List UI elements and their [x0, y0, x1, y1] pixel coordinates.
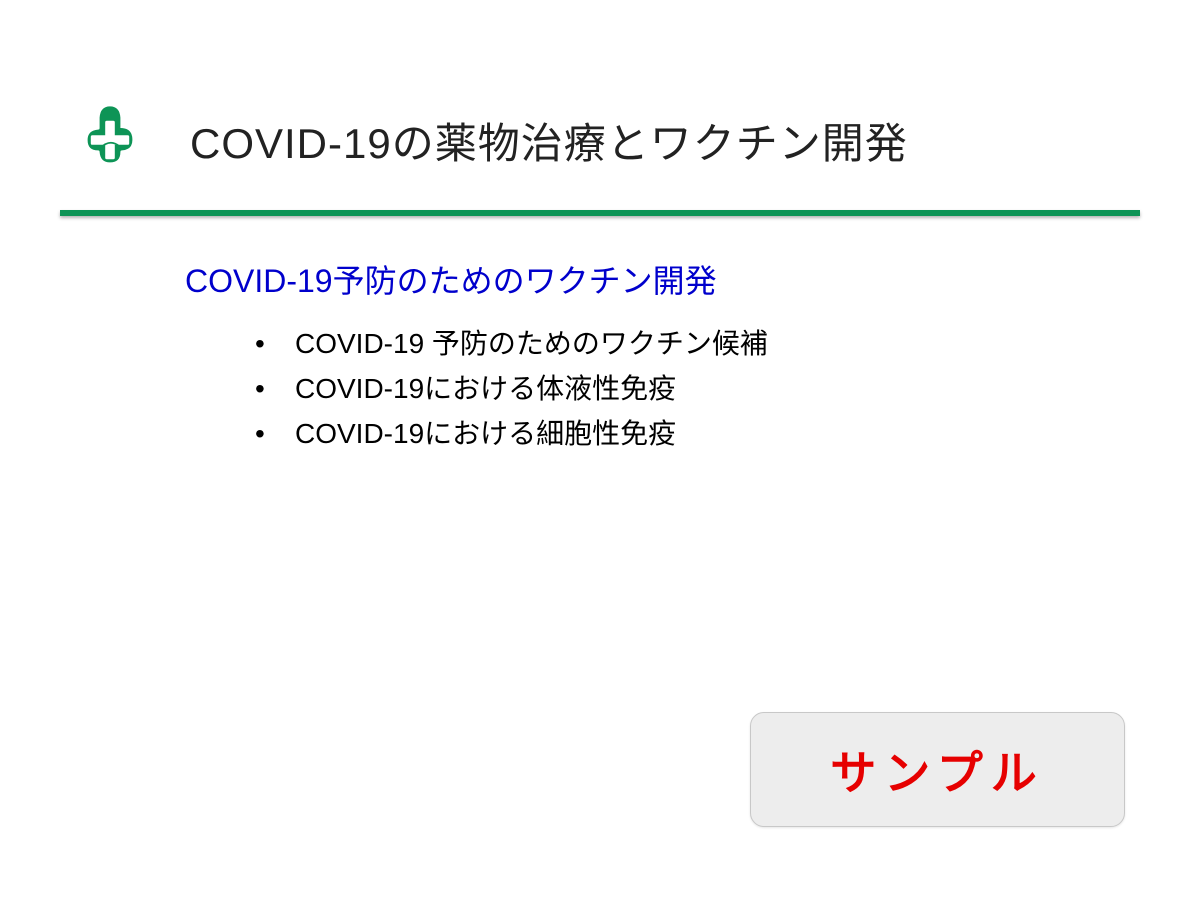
section-heading: COVID-19予防のためのワクチン開発 [185, 256, 1140, 302]
slide-title: COVID-19の薬物治療とワクチン開発 [190, 110, 908, 171]
slide-content: COVID-19予防のためのワクチン開発 COVID-19 予防のためのワクチン… [0, 216, 1200, 456]
list-item: COVID-19における細胞性免疫 [255, 412, 1140, 457]
sample-watermark-badge: サンプル [750, 712, 1125, 827]
slide-header: COVID-19の薬物治療とワクチン開発 [0, 0, 1200, 210]
medical-plus-icon [70, 100, 150, 180]
bullet-list: COVID-19 予防のためのワクチン候補 COVID-19における体液性免疫 … [185, 322, 1140, 456]
list-item: COVID-19における体液性免疫 [255, 367, 1140, 412]
list-item: COVID-19 予防のためのワクチン候補 [255, 322, 1140, 367]
